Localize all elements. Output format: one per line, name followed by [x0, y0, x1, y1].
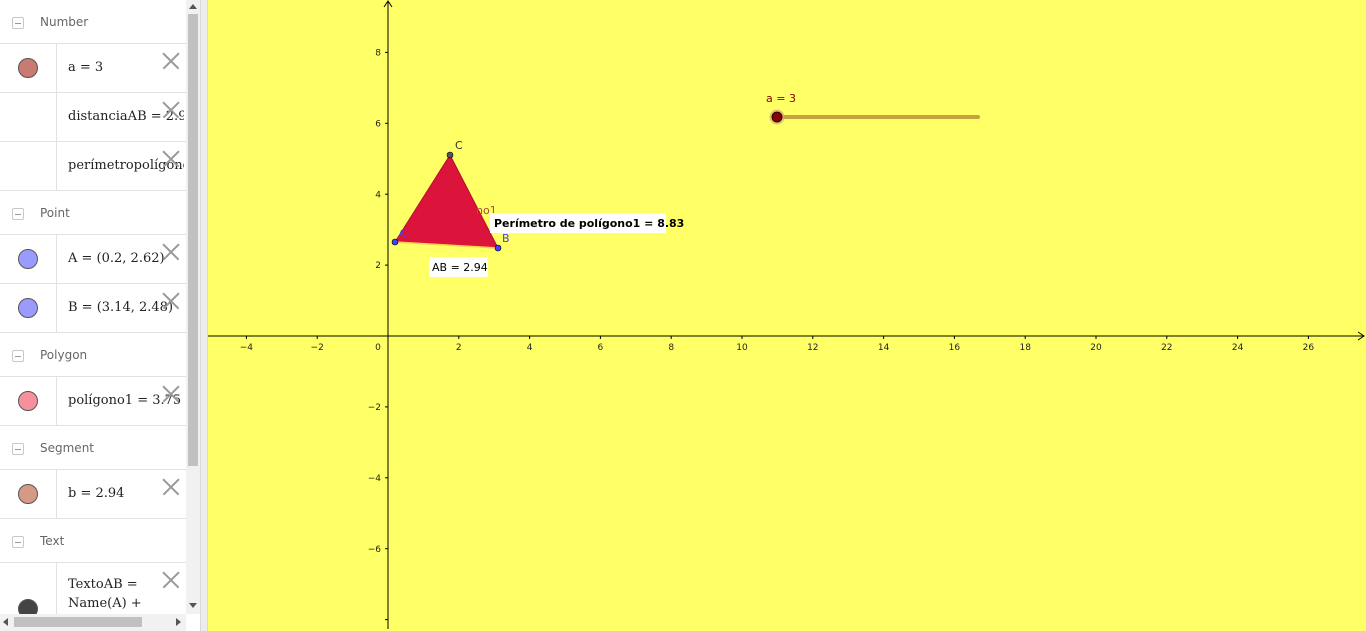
scroll-thumb[interactable] [14, 617, 142, 627]
slider-label-a: a = 3 [766, 92, 796, 105]
visibility-marble-icon[interactable] [18, 484, 38, 504]
marble-cell[interactable] [0, 470, 57, 518]
scroll-down-icon[interactable] [189, 603, 197, 608]
marble-cell[interactable] [0, 563, 57, 614]
perimeter-text: Perímetro de polígono1 = 8.83 [494, 217, 684, 230]
point-A-label: A [398, 228, 406, 241]
algebra-item-distanciaAB[interactable]: distanciaAB = 2.94 [0, 93, 186, 142]
marble-cell[interactable] [0, 235, 57, 283]
vertical-scrollbar[interactable] [186, 0, 200, 614]
x-tick-label: 20 [1090, 343, 1102, 353]
horizontal-scrollbar[interactable] [0, 614, 186, 631]
group-label: Text [40, 534, 65, 548]
marble-cell [0, 142, 57, 190]
y-tick-label: −4 [368, 474, 382, 484]
x-tick-label: 4 [527, 343, 533, 353]
group-text[interactable]: Text [0, 519, 186, 563]
y-tick-label: 8 [375, 49, 381, 59]
x-tick-label: −4 [240, 343, 254, 353]
view-splitter[interactable] [200, 0, 208, 631]
x-tick-label: 24 [1232, 343, 1244, 353]
visibility-marble-icon[interactable] [18, 58, 38, 78]
algebra-view: Number a = 3 distanciaAB = 2.94 perímetr… [0, 0, 200, 631]
x-tick-label: 6 [598, 343, 604, 353]
algebra-list: Number a = 3 distanciaAB = 2.94 perímetr… [0, 0, 186, 614]
delete-icon[interactable] [162, 478, 180, 496]
slider-handle-a[interactable] [771, 111, 783, 123]
delete-icon[interactable] [162, 385, 180, 403]
group-label: Polygon [40, 348, 88, 362]
algebra-item-A[interactable]: A = (0.2, 2.62) [0, 235, 186, 284]
algebra-item-poligono1[interactable]: polígono1 = 3.75 [0, 377, 186, 426]
x-tick-label: 8 [668, 343, 674, 353]
graphics-view[interactable]: −4 −2 0 2 4 6 8 10 12 14 16 18 20 22 24 … [208, 0, 1366, 631]
point-C[interactable] [446, 151, 454, 159]
marble-cell[interactable] [0, 377, 57, 425]
group-point[interactable]: Point [0, 191, 186, 235]
delete-icon[interactable] [162, 52, 180, 70]
x-tick-label: 2 [456, 343, 462, 353]
x-tick-label: −2 [311, 343, 324, 353]
x-tick-label: 0 [375, 343, 381, 353]
algebra-item-B[interactable]: B = (3.14, 2.48) [0, 284, 186, 333]
x-tick-label: 10 [736, 343, 748, 353]
algebra-item-textoAB[interactable]: TextoAB = Name(A) + [0, 563, 186, 614]
visibility-marble-icon[interactable] [18, 298, 38, 318]
x-tick-label: 18 [1019, 343, 1031, 353]
x-tick-label: 22 [1161, 343, 1172, 353]
y-tick-label: 4 [375, 190, 381, 200]
collapse-icon[interactable] [12, 443, 24, 455]
point-B[interactable] [494, 244, 502, 252]
delete-icon[interactable] [162, 292, 180, 310]
marble-cell[interactable] [0, 44, 57, 92]
delete-icon[interactable] [162, 243, 180, 261]
group-number[interactable]: Number [0, 0, 186, 44]
scroll-up-icon[interactable] [189, 4, 197, 9]
y-tick-label: 6 [375, 119, 381, 129]
point-C-label: C [455, 139, 463, 152]
y-tick-label: −6 [368, 545, 382, 555]
group-label: Segment [40, 441, 94, 455]
visibility-marble-icon[interactable] [18, 599, 38, 614]
algebra-item-b[interactable]: b = 2.94 [0, 470, 186, 519]
group-label: Point [40, 206, 70, 220]
group-segment[interactable]: Segment [0, 426, 186, 470]
x-tick-label: 16 [949, 343, 961, 353]
y-tick-label: −2 [368, 403, 381, 413]
collapse-icon[interactable] [12, 17, 24, 29]
algebra-item-a[interactable]: a = 3 [0, 44, 186, 93]
y-tick-label: 2 [375, 261, 381, 271]
collapse-icon[interactable] [12, 350, 24, 362]
marble-cell [0, 93, 57, 141]
delete-icon[interactable] [162, 571, 180, 589]
graphics-canvas[interactable]: −4 −2 0 2 4 6 8 10 12 14 16 18 20 22 24 … [208, 0, 1366, 631]
collapse-icon[interactable] [12, 536, 24, 548]
collapse-icon[interactable] [12, 208, 24, 220]
x-tick-label: 12 [807, 343, 818, 353]
group-label: Number [40, 15, 89, 29]
delete-icon[interactable] [162, 150, 180, 168]
scroll-thumb[interactable] [188, 14, 198, 466]
point-B-label: B [502, 232, 510, 245]
scroll-left-icon[interactable] [3, 618, 8, 626]
x-tick-label: 14 [878, 343, 890, 353]
ab-text: AB = 2.94 [432, 261, 488, 274]
visibility-marble-icon[interactable] [18, 391, 38, 411]
x-tick-label: 26 [1303, 343, 1315, 353]
algebra-item-perimetro[interactable]: perímetropolígono1 [0, 142, 186, 191]
delete-icon[interactable] [162, 101, 180, 119]
group-polygon[interactable]: Polygon [0, 333, 186, 377]
marble-cell[interactable] [0, 284, 57, 332]
scroll-right-icon[interactable] [176, 618, 181, 626]
visibility-marble-icon[interactable] [18, 249, 38, 269]
